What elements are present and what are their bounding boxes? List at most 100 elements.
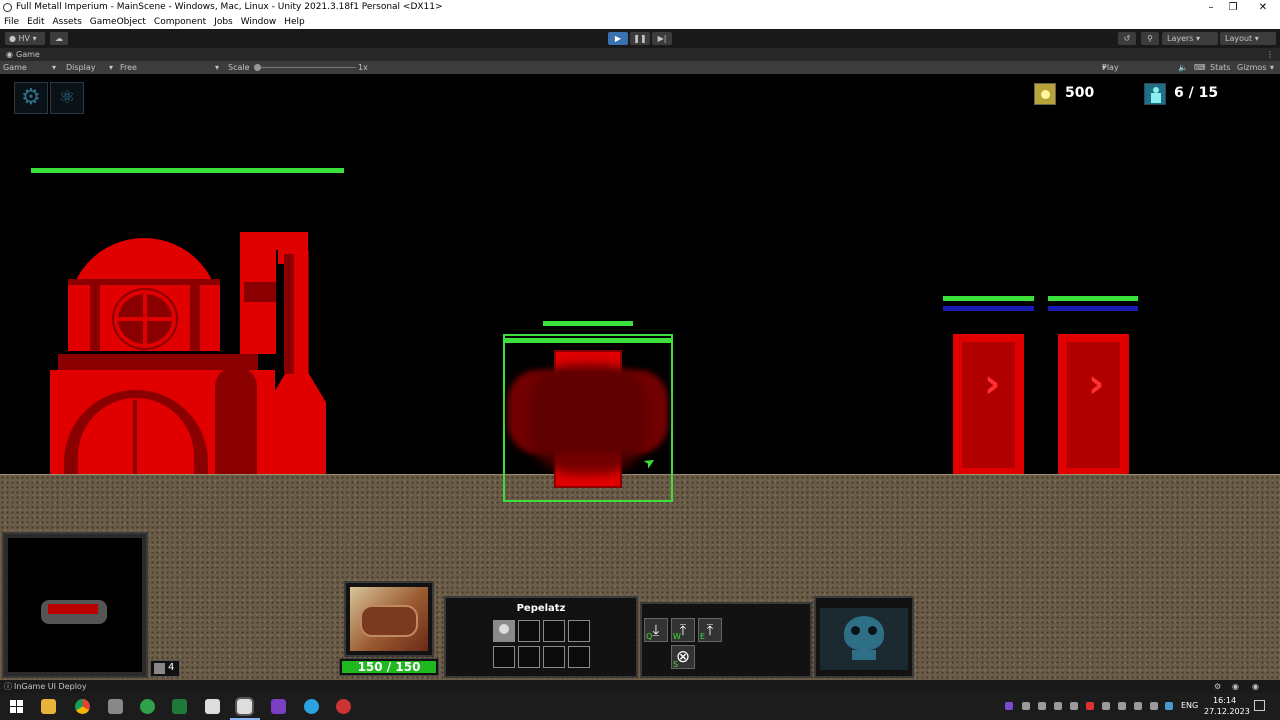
group-counter[interactable]: 4 [150, 660, 180, 677]
unity-editor-icon[interactable] [235, 697, 254, 716]
enemy-2-energy-bar [1048, 306, 1138, 311]
settings-gear-icon[interactable]: ⚙ [14, 82, 48, 114]
research-icon[interactable]: ⚛ [50, 82, 84, 114]
tray-icon-1[interactable] [1005, 702, 1013, 710]
debug-icon[interactable]: ⚙ [1214, 680, 1221, 693]
menu-gameobject[interactable]: GameObject [86, 15, 150, 29]
game-tab-strip: ◉ Game ⋮ [0, 48, 1280, 61]
console-info-icon: ⓘ [4, 682, 12, 691]
population-icon [1144, 83, 1166, 105]
editor-status-bar: ⓘ InGame UI Deploy ⚙ ◉ ◉ [0, 680, 1280, 693]
microphone-icon[interactable] [1118, 702, 1126, 710]
shortcut-icon[interactable]: ⌨ [1194, 61, 1206, 74]
display-tray-icon[interactable] [1165, 702, 1173, 710]
unity-hub-icon[interactable] [205, 699, 220, 714]
menu-window[interactable]: Window [237, 15, 281, 29]
enemy-1-health-bar [943, 296, 1034, 301]
stop-hotkey: S [673, 660, 679, 669]
visual-studio-icon[interactable] [271, 699, 286, 714]
scale-slider-track[interactable] [256, 67, 356, 68]
layout-dropdown[interactable]: Layout ▾ [1220, 32, 1276, 45]
step-button[interactable]: ▶| [652, 32, 672, 45]
resource-sun-icon [1034, 83, 1056, 105]
stats-button[interactable]: Stats [1210, 61, 1230, 74]
tray-icon-2[interactable] [1022, 702, 1030, 710]
cargo-slot-1[interactable] [493, 620, 515, 642]
network-icon[interactable] [1134, 702, 1142, 710]
cargo-slot-2[interactable] [518, 620, 540, 642]
steam-tray-icon[interactable] [1070, 702, 1078, 710]
tray-icon-3[interactable] [1038, 702, 1046, 710]
file-explorer-icon[interactable] [41, 699, 56, 714]
enemy-1-energy-bar [943, 306, 1034, 311]
population-count: 6 / 15 [1174, 85, 1219, 101]
search-icon[interactable]: ⚲ [1141, 32, 1159, 45]
cargo-slot-6[interactable] [518, 646, 540, 668]
layers-dropdown[interactable]: Layers ▾ [1162, 32, 1218, 45]
game-view-bar: Game ▾ Display 1 ▾ Free Aspect ▾ Scale 1… [0, 61, 1280, 85]
cloud-icon[interactable]: ☁ [50, 32, 68, 45]
enemy-2-health-bar [1048, 296, 1138, 301]
tab-game[interactable]: Game [16, 48, 40, 61]
chrome-icon[interactable] [75, 699, 90, 714]
cargo-slot-4[interactable] [568, 620, 590, 642]
telegram-icon[interactable] [304, 699, 319, 714]
gizmos-dropdown[interactable]: Gizmos [1237, 61, 1266, 74]
tray-icon-4[interactable] [1054, 702, 1062, 710]
game-tab-icon: ◉ [6, 50, 13, 59]
cargo-slot-7[interactable] [543, 646, 565, 668]
notification-icon[interactable]: ◉ [1252, 680, 1259, 693]
start-icon[interactable] [10, 700, 23, 713]
account-label: HV [18, 34, 31, 43]
unit-health-frame: 150 / 150 [339, 658, 439, 676]
history-icon[interactable]: ↺ [1118, 32, 1136, 45]
unit-health-bar [543, 321, 633, 326]
spreadsheet-icon[interactable] [172, 699, 187, 714]
cargo-slot-3[interactable] [543, 620, 565, 642]
scale-slider-handle[interactable] [254, 64, 261, 71]
recorder-icon[interactable] [336, 699, 351, 714]
tab-menu-icon[interactable]: ⋮ [1266, 48, 1274, 61]
tray-icon-6[interactable] [1086, 702, 1094, 710]
pause-button[interactable]: ❚❚ [630, 32, 650, 45]
selection-name: Pepelatz [516, 603, 566, 614]
xbox-icon[interactable] [140, 699, 155, 714]
play-focused-dropdown[interactable]: Play Focused ▾ [1102, 61, 1135, 85]
menu-help[interactable]: Help [280, 15, 309, 29]
aspect-arrow-icon: ▾ [215, 63, 220, 72]
notification-center-icon[interactable] [1254, 700, 1265, 711]
command-panel: ⤓ Q ⤒ W ⤒ E ⊗ S [640, 602, 812, 678]
windows-taskbar: ENG 16:14 27.12.2023 [0, 693, 1280, 720]
unload-hotkey: Q [646, 632, 653, 641]
menu-jobs[interactable]: Jobs [210, 15, 237, 29]
game-viewport[interactable]: ⚙ ⚛ 500 6 / 15 ➤ › › 4 150 / 150 Pepelat… [0, 74, 1280, 680]
progress-icon[interactable]: ◉ [1232, 680, 1239, 693]
app-icon-3[interactable] [108, 699, 123, 714]
unit-portrait[interactable] [350, 587, 428, 651]
account-dropdown[interactable]: ● HV ▾ [5, 32, 45, 45]
cargo-slot-5[interactable] [493, 646, 515, 668]
close-button[interactable]: ✕ [1240, 0, 1280, 15]
window-title: Full Metall Imperium - MainScene - Windo… [16, 2, 443, 12]
unity-app-icon [3, 3, 12, 12]
volume-icon[interactable] [1150, 702, 1158, 710]
window-titlebar: Full Metall Imperium - MainScene - Windo… [0, 0, 1280, 15]
clock-time[interactable]: 16:14 [1213, 696, 1236, 705]
menu-edit[interactable]: Edit [23, 15, 48, 29]
layers-label: Layers [1167, 34, 1194, 43]
game-mode-label: Game [3, 63, 27, 72]
status-message[interactable]: InGame UI Deploy [14, 680, 87, 693]
play-button[interactable]: ▶ [608, 32, 628, 45]
minimap[interactable] [8, 538, 142, 672]
clock-date[interactable]: 27.12.2023 [1204, 707, 1250, 716]
tray-icon-7[interactable] [1102, 702, 1110, 710]
menu-component[interactable]: Component [150, 15, 210, 29]
mute-icon[interactable]: 🔈 [1178, 61, 1188, 74]
menu-assets[interactable]: Assets [49, 15, 86, 29]
language-indicator[interactable]: ENG [1181, 701, 1198, 710]
menu-file[interactable]: File [0, 15, 23, 29]
scale-value: 1x [358, 63, 368, 72]
minimap-frame [2, 532, 148, 678]
editor-toolbar: ● HV ▾ ☁ ▶ ❚❚ ▶| ↺ ⚲ Layers ▾ Layout ▾ [0, 29, 1280, 48]
cargo-slot-8[interactable] [568, 646, 590, 668]
